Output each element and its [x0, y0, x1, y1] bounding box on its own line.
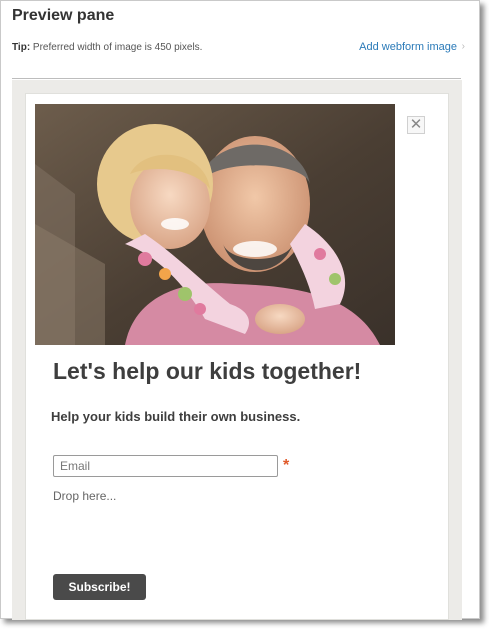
webform-card: ✕ Let's help our kids together! Help you…: [25, 93, 449, 620]
divider: [12, 78, 461, 79]
required-marker: *: [283, 457, 290, 474]
close-icon[interactable]: ✕: [407, 116, 425, 134]
form-subheadline: Help your kids build their own business.: [51, 409, 301, 424]
add-webform-image-link[interactable]: Add webform image: [359, 41, 457, 53]
drop-zone[interactable]: Drop here...: [53, 489, 116, 503]
webform-image[interactable]: [35, 104, 395, 345]
tip-label: Tip:: [12, 42, 31, 53]
subscribe-button[interactable]: Subscribe!: [53, 574, 146, 600]
preview-pane-window: Preview pane Tip: Preferred width of ima…: [0, 0, 480, 620]
email-field[interactable]: [53, 455, 278, 477]
tip-message: Preferred width of image is 450 pixels.: [30, 42, 203, 53]
family-photo-illustration: [35, 104, 395, 345]
page-title: Preview pane: [12, 7, 115, 24]
form-headline: Let's help our kids together!: [53, 358, 362, 384]
preview-frame: ✕ Let's help our kids together! Help you…: [12, 80, 462, 620]
tip-text: Tip: Preferred width of image is 450 pix…: [12, 42, 202, 53]
chevron-right-icon: ›: [461, 41, 465, 52]
